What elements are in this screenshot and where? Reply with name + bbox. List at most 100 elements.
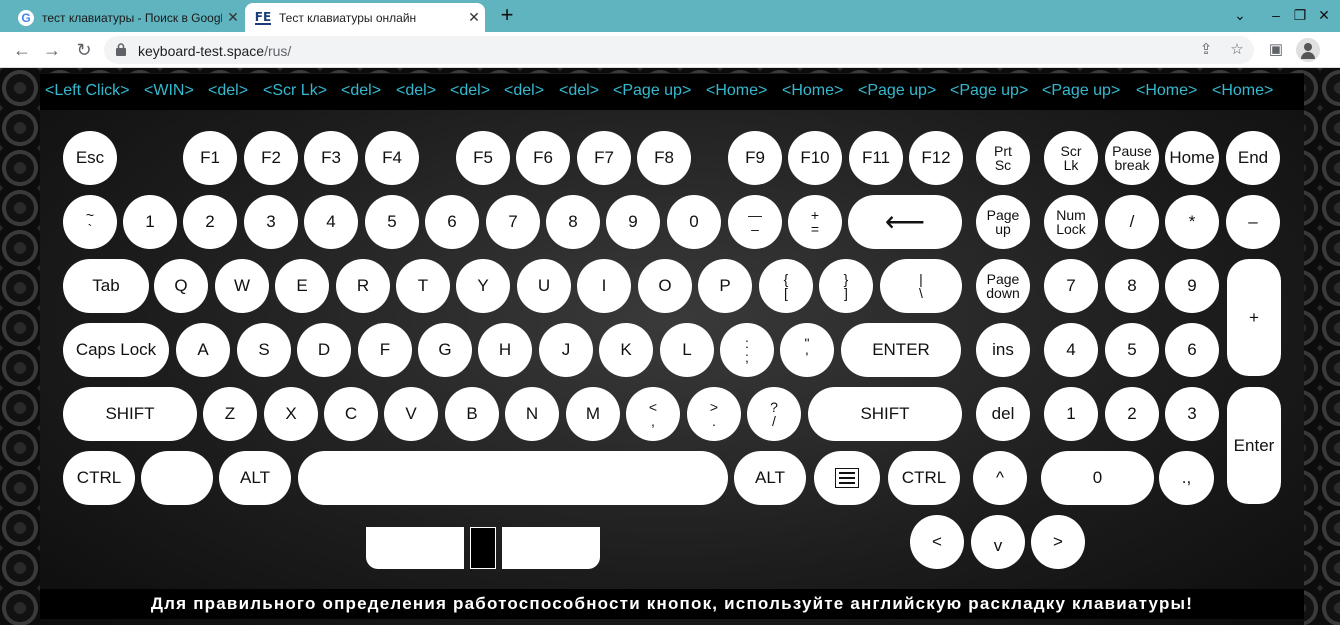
key-ins[interactable]: ins	[976, 323, 1030, 377]
key-y[interactable]: Y	[456, 259, 510, 313]
forward-icon[interactable]: →	[40, 38, 64, 62]
key-1[interactable]: 1	[123, 195, 177, 249]
new-tab-button[interactable]: +	[494, 4, 520, 28]
key-f2[interactable]: F2	[244, 131, 298, 185]
key-f8[interactable]: F8	[637, 131, 691, 185]
key-9[interactable]: 9	[1165, 259, 1219, 313]
share-icon[interactable]: ⇪	[1194, 38, 1218, 62]
key-symbol[interactable]: " '	[780, 323, 834, 377]
key-symbol[interactable]: + =	[788, 195, 842, 249]
key-tab[interactable]: Tab	[63, 259, 149, 313]
key-8[interactable]: 8	[546, 195, 600, 249]
key-ctrl[interactable]: CTRL	[888, 451, 960, 505]
key-0[interactable]: 0	[1041, 451, 1154, 505]
key-symbol[interactable]: .,	[1159, 451, 1214, 505]
key-f3[interactable]: F3	[304, 131, 358, 185]
key-9[interactable]: 9	[606, 195, 660, 249]
key-f12[interactable]: F12	[909, 131, 963, 185]
key-8[interactable]: 8	[1105, 259, 1159, 313]
key-alt[interactable]: ALT	[734, 451, 806, 505]
tab-google-search[interactable]: G тест клавиатуры - Поиск в Google ✕	[8, 3, 244, 32]
key-pageup[interactable]: Page up	[976, 195, 1030, 249]
key-h[interactable]: H	[478, 323, 532, 377]
key-3[interactable]: 3	[244, 195, 298, 249]
space-key[interactable]	[298, 451, 728, 505]
tab-keyboard-test[interactable]: FE Тест клавиатуры онлайн ✕	[245, 3, 485, 32]
win-key[interactable]	[141, 451, 213, 505]
key-symbol[interactable]: >.	[687, 387, 741, 441]
key-symbol[interactable]: <	[910, 515, 964, 569]
key-k[interactable]: K	[599, 323, 653, 377]
key-3[interactable]: 3	[1165, 387, 1219, 441]
key-prtsc[interactable]: Prt Sc	[976, 131, 1030, 185]
key-n[interactable]: N	[505, 387, 559, 441]
close-window-button[interactable]: ✕	[1306, 0, 1340, 30]
key-scrlk[interactable]: Scr Lk	[1044, 131, 1098, 185]
key-f10[interactable]: F10	[788, 131, 842, 185]
key-del[interactable]: del	[976, 387, 1030, 441]
key-f9[interactable]: F9	[728, 131, 782, 185]
mouse-right-button[interactable]	[502, 527, 600, 569]
key-e[interactable]: E	[275, 259, 329, 313]
key-l[interactable]: L	[660, 323, 714, 377]
context-menu-key[interactable]	[814, 451, 880, 505]
key-6[interactable]: 6	[1165, 323, 1219, 377]
back-icon[interactable]: ←	[10, 38, 34, 62]
key-shift[interactable]: SHIFT	[808, 387, 962, 441]
key-b[interactable]: B	[445, 387, 499, 441]
key-symbol[interactable]: — –	[728, 195, 782, 249]
key-4[interactable]: 4	[1044, 323, 1098, 377]
key-f5[interactable]: F5	[456, 131, 510, 185]
key-6[interactable]: 6	[425, 195, 479, 249]
key-symbol[interactable]: ⟵	[848, 195, 962, 249]
key-symbol[interactable]: *	[1165, 195, 1219, 249]
key-1[interactable]: 1	[1044, 387, 1098, 441]
key-alt[interactable]: ALT	[219, 451, 291, 505]
key-v[interactable]: v	[971, 515, 1025, 569]
key-f7[interactable]: F7	[577, 131, 631, 185]
key-symbol[interactable]: <,	[626, 387, 680, 441]
key-a[interactable]: A	[176, 323, 230, 377]
key-f11[interactable]: F11	[849, 131, 903, 185]
key-pausebreak[interactable]: Pause break	[1105, 131, 1159, 185]
key-symbol[interactable]: –	[1226, 195, 1280, 249]
key-7[interactable]: 7	[486, 195, 540, 249]
key-w[interactable]: W	[215, 259, 269, 313]
key-symbol[interactable]: ? /	[747, 387, 801, 441]
key-home[interactable]: Home	[1165, 131, 1219, 185]
key-5[interactable]: 5	[1105, 323, 1159, 377]
key-r[interactable]: R	[336, 259, 390, 313]
mouse-wheel[interactable]	[470, 527, 496, 569]
close-icon[interactable]: ✕	[222, 9, 244, 26]
key-u[interactable]: U	[517, 259, 571, 313]
key-enter[interactable]: ENTER	[841, 323, 961, 377]
key-2[interactable]: 2	[1105, 387, 1159, 441]
key-symbol[interactable]: ~ `	[63, 195, 117, 249]
key-j[interactable]: J	[539, 323, 593, 377]
tab-search-icon[interactable]: ⌄	[1222, 0, 1258, 30]
key-numlock[interactable]: Num Lock	[1044, 195, 1098, 249]
key-symbol[interactable]: >	[1031, 515, 1085, 569]
key-s[interactable]: S	[237, 323, 291, 377]
side-panel-icon[interactable]: ▣	[1264, 38, 1288, 62]
key-enter[interactable]: Enter	[1227, 387, 1281, 504]
key-c[interactable]: C	[324, 387, 378, 441]
key-f6[interactable]: F6	[516, 131, 570, 185]
key-symbol[interactable]: ^	[973, 451, 1027, 505]
key-shift[interactable]: SHIFT	[63, 387, 197, 441]
key-x[interactable]: X	[264, 387, 318, 441]
key-symbol[interactable]: {[	[759, 259, 813, 313]
key-pagedown[interactable]: Page down	[976, 259, 1030, 313]
key-f4[interactable]: F4	[365, 131, 419, 185]
key-symbol[interactable]: :;	[720, 323, 774, 377]
key-5[interactable]: 5	[365, 195, 419, 249]
key-z[interactable]: Z	[203, 387, 257, 441]
key-0[interactable]: 0	[667, 195, 721, 249]
key-2[interactable]: 2	[183, 195, 237, 249]
key-g[interactable]: G	[418, 323, 472, 377]
key-esc[interactable]: Esc	[63, 131, 117, 185]
key-q[interactable]: Q	[154, 259, 208, 313]
key-symbol[interactable]: | \	[880, 259, 962, 313]
key-t[interactable]: T	[396, 259, 450, 313]
key-7[interactable]: 7	[1044, 259, 1098, 313]
